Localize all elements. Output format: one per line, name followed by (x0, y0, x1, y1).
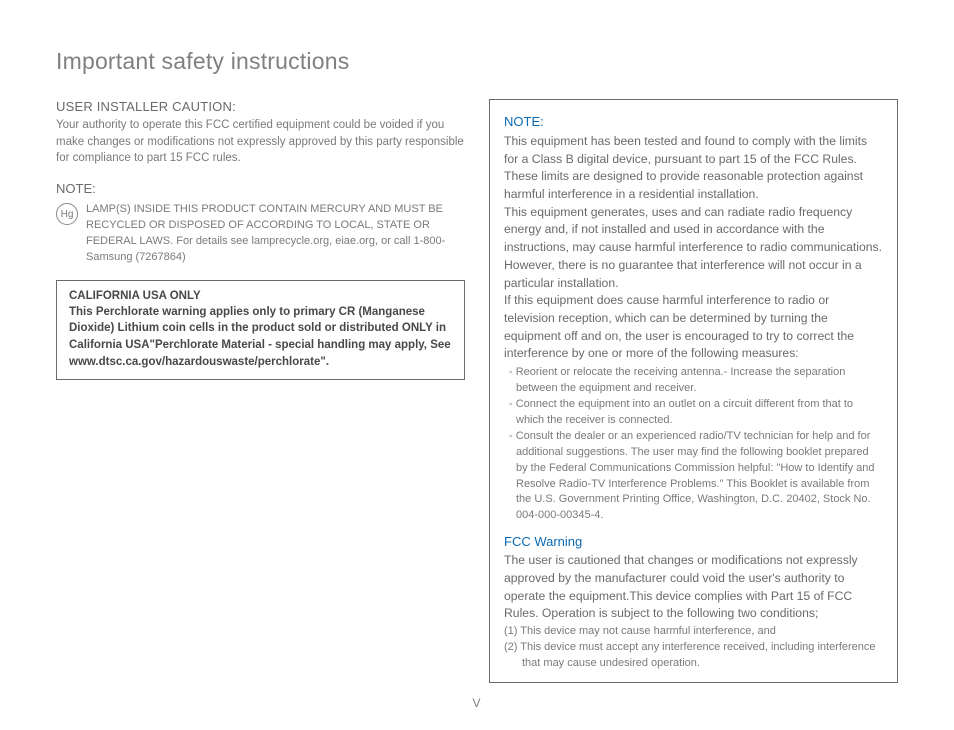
interference-measures-list: - Reorient or relocate the receiving ant… (504, 365, 883, 524)
list-item: (2) This device must accept any interfer… (504, 640, 883, 672)
conditions-list: (1) This device may not cause harmful in… (504, 624, 883, 672)
california-title: CALIFORNIA USA ONLY (69, 290, 452, 302)
mercury-icon: Hg (56, 203, 78, 225)
installer-caution-body: Your authority to operate this FCC certi… (56, 117, 465, 167)
list-item: - Consult the dealer or an experienced r… (504, 429, 883, 525)
page-number: V (0, 696, 954, 710)
left-column: USER INSTALLER CAUTION: Your authority t… (56, 99, 465, 683)
right-note-label: NOTE: (504, 114, 883, 129)
mercury-notice: Hg LAMP(S) INSIDE THIS PRODUCT CONTAIN M… (56, 202, 465, 266)
fcc-para-2: These limits are designed to provide rea… (504, 168, 883, 203)
fcc-warning-heading: FCC Warning (504, 534, 883, 549)
fcc-para-4: If this equipment does cause harmful int… (504, 292, 883, 363)
california-body: This Perchlorate warning applies only to… (69, 304, 452, 371)
right-column: NOTE: This equipment has been tested and… (489, 99, 898, 683)
left-note-label: NOTE: (56, 181, 465, 196)
list-item: - Reorient or relocate the receiving ant… (504, 365, 883, 397)
mercury-text: LAMP(S) INSIDE THIS PRODUCT CONTAIN MERC… (86, 202, 465, 266)
fcc-para-3: This equipment generates, uses and can r… (504, 204, 883, 292)
list-item: - Connect the equipment into an outlet o… (504, 397, 883, 429)
fcc-warning-body: The user is cautioned that changes or mo… (504, 552, 883, 623)
list-item: (1) This device may not cause harmful in… (504, 624, 883, 640)
fcc-para-1: This equipment has been tested and found… (504, 133, 883, 168)
california-box: CALIFORNIA USA ONLY This Perchlorate war… (56, 280, 465, 381)
fcc-note-panel: NOTE: This equipment has been tested and… (489, 99, 898, 683)
content-columns: USER INSTALLER CAUTION: Your authority t… (56, 99, 898, 683)
page-title: Important safety instructions (56, 48, 898, 75)
installer-caution-heading: USER INSTALLER CAUTION: (56, 99, 465, 114)
